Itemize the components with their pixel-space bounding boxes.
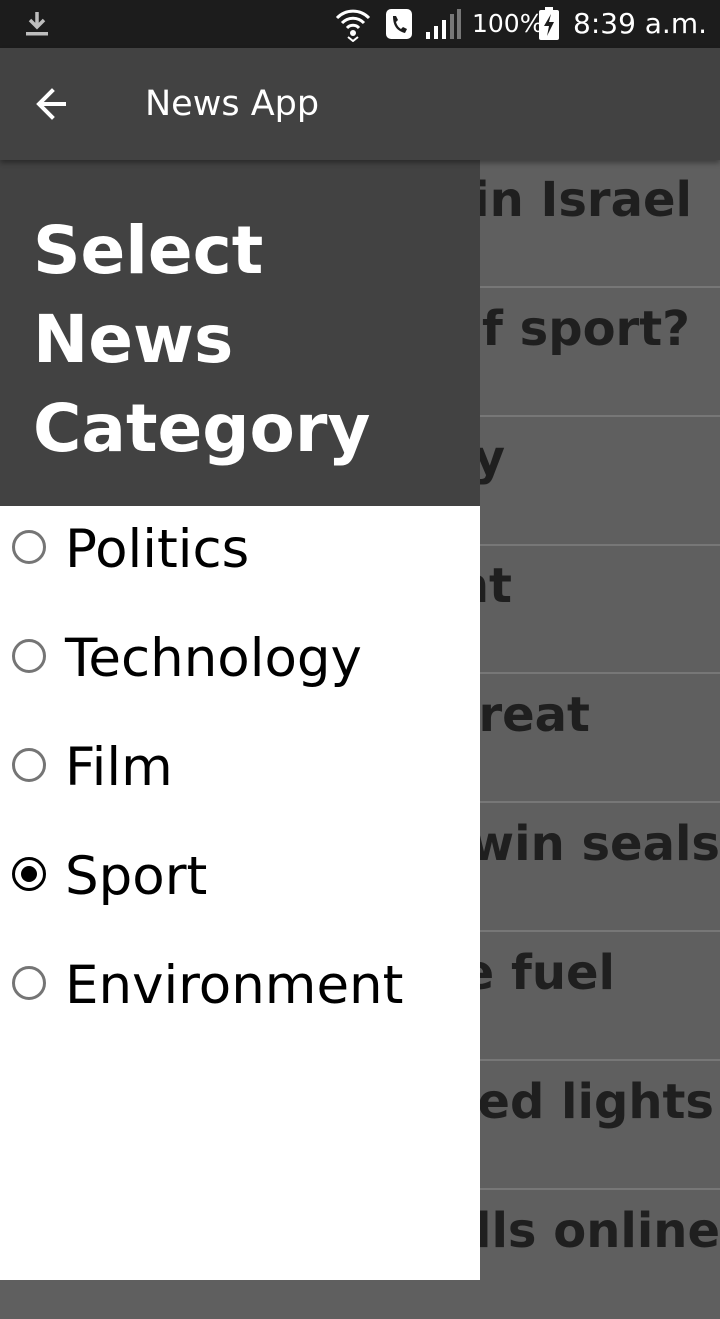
drawer-heading: Select News Category	[33, 212, 371, 467]
news-title: of sport?	[449, 301, 690, 357]
news-title: in Israel	[473, 172, 692, 228]
radio-button[interactable]	[12, 966, 46, 1000]
status-bar: 100% 8:39 a.m.	[0, 0, 720, 48]
drawer-header: Select News Category	[0, 160, 480, 506]
phone-call-icon	[385, 8, 413, 44]
battery-charging-icon	[538, 7, 560, 45]
news-title: red lights	[453, 1074, 714, 1130]
wifi-icon	[334, 6, 372, 46]
category-label: Politics	[65, 519, 250, 580]
category-option-film[interactable]: Film	[0, 728, 480, 824]
download-icon	[24, 10, 50, 42]
arrow-left-icon[interactable]	[30, 82, 78, 126]
radio-button-checked[interactable]	[12, 857, 46, 891]
radio-button[interactable]	[12, 639, 46, 673]
news-title: ells online	[442, 1203, 720, 1259]
news-title: win seals	[469, 816, 720, 872]
news-title: e fuel	[461, 945, 615, 1001]
category-option-environment[interactable]: Environment	[0, 946, 480, 1042]
signal-icon	[424, 8, 462, 44]
app-title: News App	[145, 84, 320, 124]
battery-percent: 100%	[472, 9, 544, 38]
app-bar: News App	[0, 48, 720, 160]
radio-button[interactable]	[12, 530, 46, 564]
navigation-drawer: Select News Category Politics Technology…	[0, 160, 480, 1280]
category-option-sport[interactable]: Sport	[0, 837, 480, 933]
category-option-politics[interactable]: Politics	[0, 510, 480, 606]
category-label: Sport	[65, 846, 208, 907]
category-option-technology[interactable]: Technology	[0, 619, 480, 715]
category-label: Environment	[65, 955, 404, 1016]
category-label: Technology	[65, 628, 362, 689]
radio-button[interactable]	[12, 748, 46, 782]
clock: 8:39 a.m.	[573, 7, 708, 40]
category-label: Film	[65, 737, 173, 798]
